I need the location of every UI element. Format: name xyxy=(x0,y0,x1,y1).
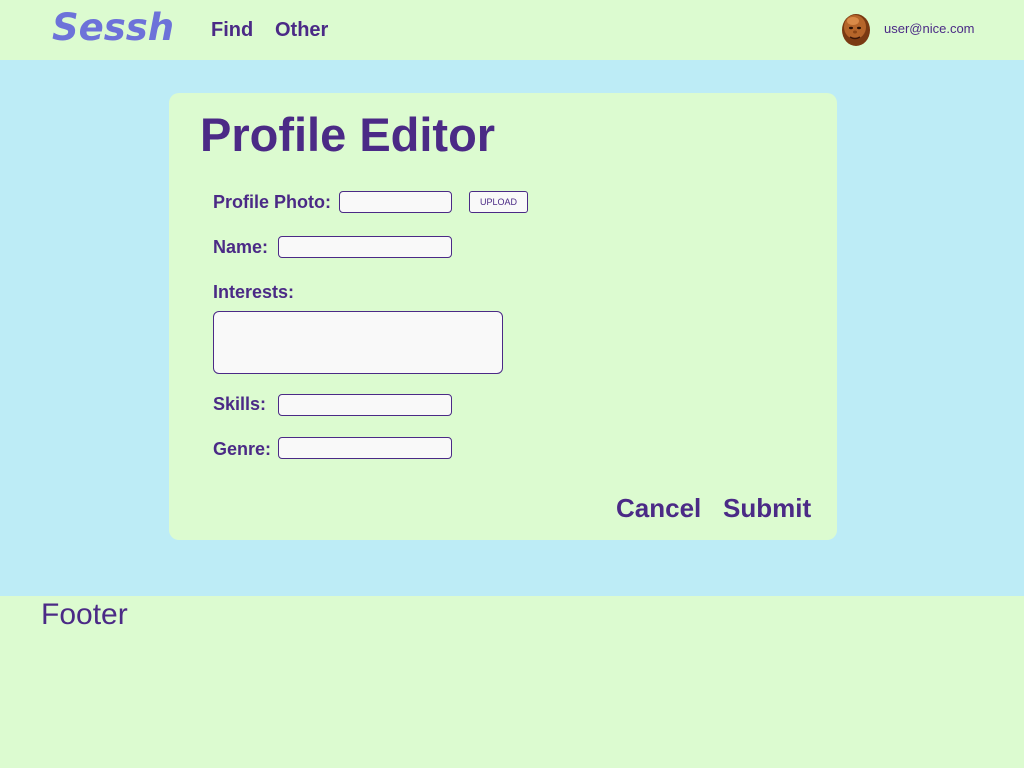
profile-photo-field[interactable] xyxy=(339,191,452,213)
submit-button[interactable]: Submit xyxy=(723,493,811,524)
user-email[interactable]: user@nice.com xyxy=(884,21,975,36)
name-field[interactable] xyxy=(278,236,452,258)
header: Sessh Find Other user@nice.com xyxy=(0,0,1024,60)
footer-text: Footer xyxy=(41,598,128,631)
profile-editor-card: Profile Editor Profile Photo: UPLOAD Nam… xyxy=(169,93,837,540)
cancel-button[interactable]: Cancel xyxy=(616,493,701,524)
nav-other-link[interactable]: Other xyxy=(275,19,328,42)
user-avatar-icon xyxy=(838,11,874,47)
main-content: Profile Editor Profile Photo: UPLOAD Nam… xyxy=(0,60,1024,596)
skills-field[interactable] xyxy=(278,394,452,416)
page-title: Profile Editor xyxy=(200,108,496,161)
user-avatar[interactable] xyxy=(838,11,874,47)
genre-label: Genre: xyxy=(213,439,272,459)
app-logo[interactable]: Sessh xyxy=(52,6,174,49)
interests-label: Interests: xyxy=(213,282,295,302)
profile-photo-label: Profile Photo: xyxy=(213,192,331,212)
footer: Footer xyxy=(0,596,1024,768)
genre-field[interactable] xyxy=(278,437,452,459)
nav-find-link[interactable]: Find xyxy=(211,19,253,42)
name-label: Name: xyxy=(213,237,269,257)
skills-label: Skills: xyxy=(213,394,267,414)
interests-textarea[interactable] xyxy=(213,311,503,374)
upload-button[interactable]: UPLOAD xyxy=(469,191,528,213)
